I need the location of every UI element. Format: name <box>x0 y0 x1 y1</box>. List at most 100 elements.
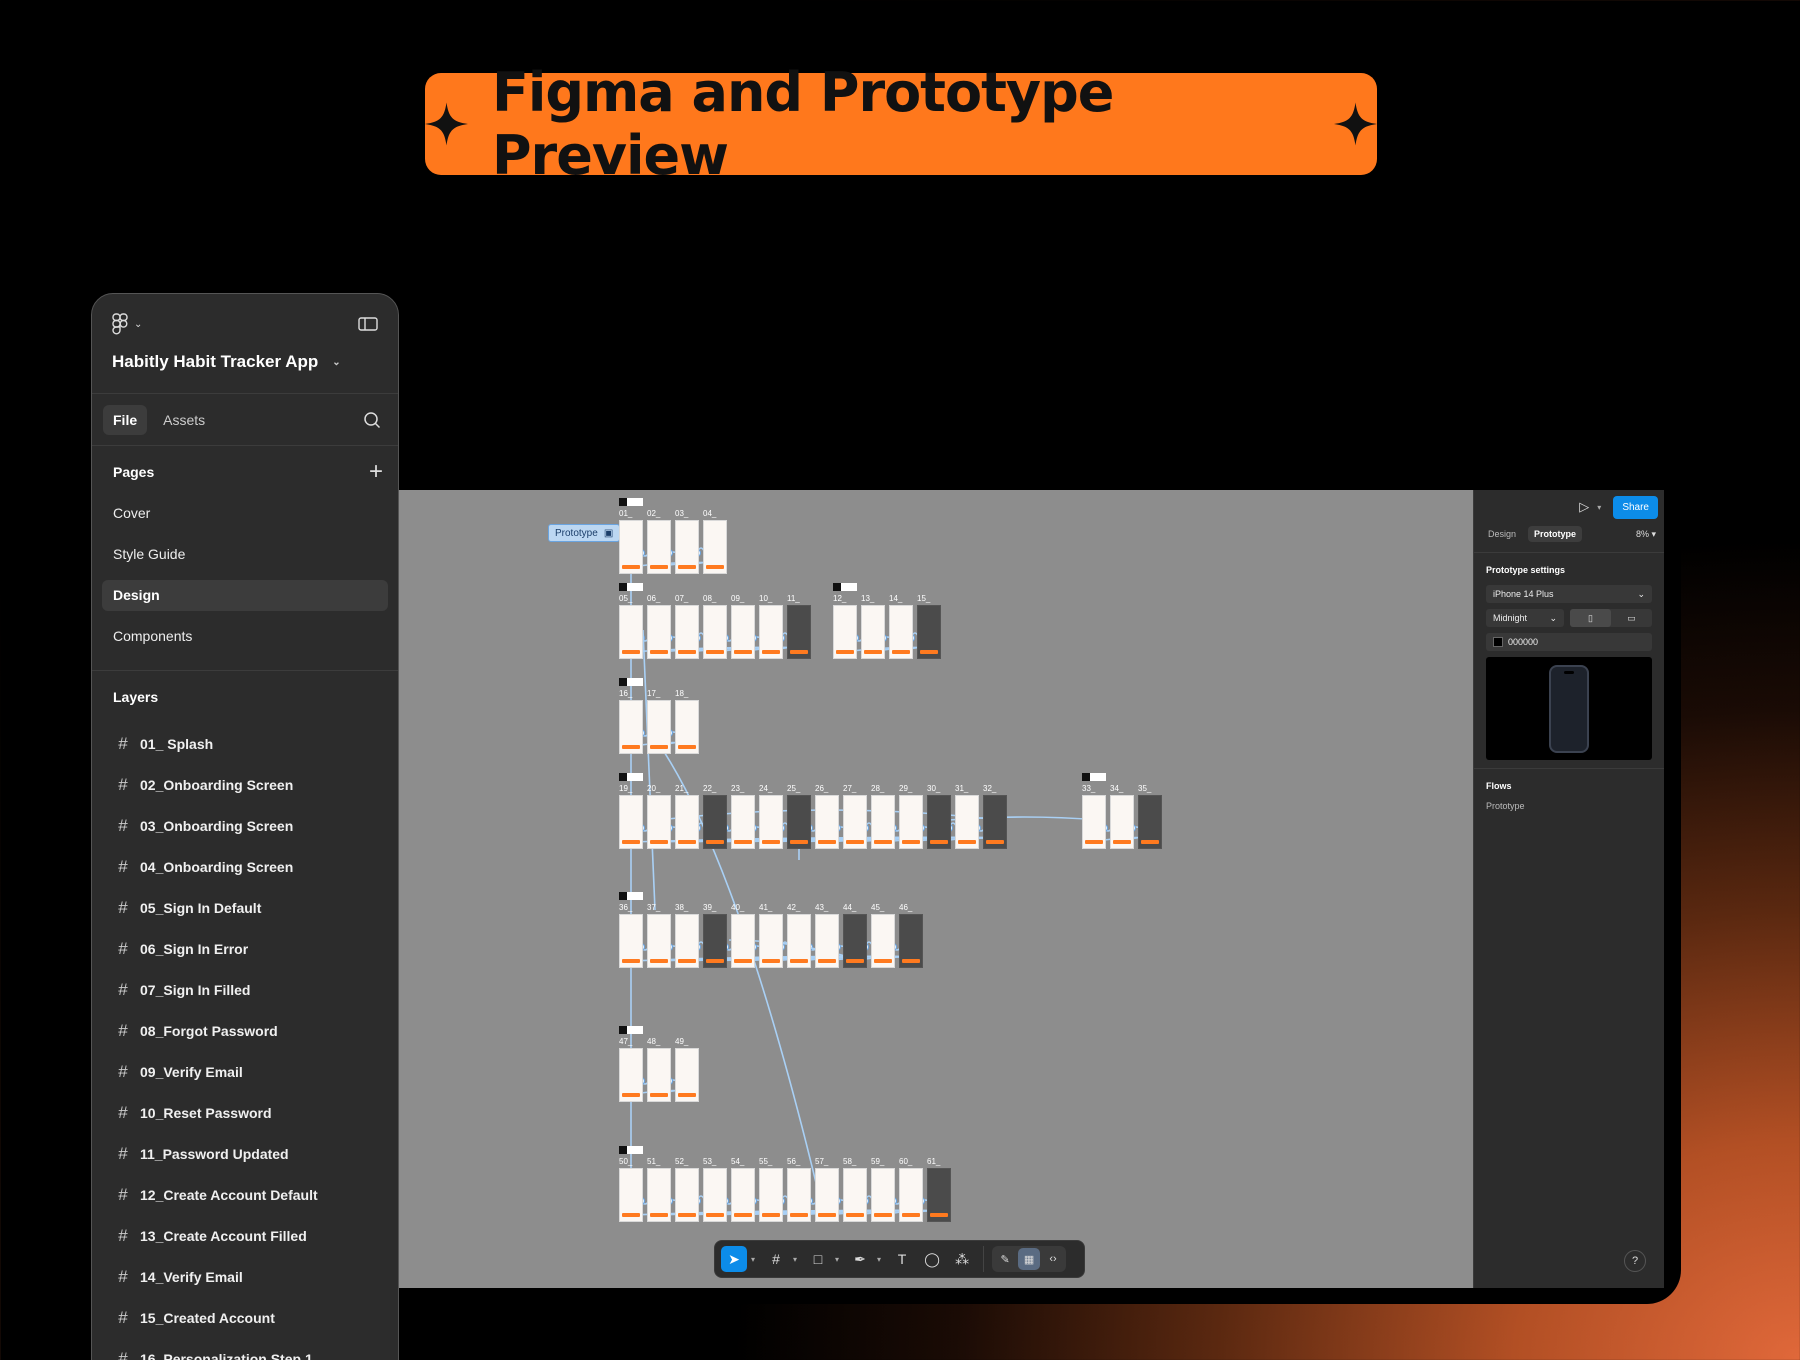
screen-frame[interactable] <box>899 795 923 849</box>
screen-frame[interactable] <box>647 605 671 659</box>
screen-frame[interactable] <box>647 700 671 754</box>
screen-frame[interactable] <box>1110 795 1134 849</box>
screen-frame[interactable] <box>833 605 857 659</box>
share-button[interactable]: Share <box>1613 495 1658 519</box>
screen-frame[interactable] <box>731 795 755 849</box>
screen-frame[interactable] <box>815 914 839 968</box>
screen-frame[interactable] <box>703 914 727 968</box>
add-page-icon[interactable]: + <box>369 458 383 486</box>
screen-frame[interactable] <box>619 520 643 574</box>
tab-file[interactable]: File <box>103 404 148 435</box>
portrait-icon[interactable]: ▯ <box>1570 609 1611 627</box>
screen-frame[interactable] <box>927 1168 951 1222</box>
device-select[interactable]: iPhone 14 Plus ⌄ <box>1486 585 1652 603</box>
screen-frame[interactable] <box>843 1168 867 1222</box>
actions-icon[interactable]: ⁂ <box>949 1246 975 1272</box>
screen-frame[interactable] <box>787 605 811 659</box>
layer-item[interactable]: #11_Password Updated <box>92 1133 398 1174</box>
page-item[interactable]: Design <box>102 580 388 611</box>
layer-item[interactable]: #12_Create Account Default <box>92 1174 398 1215</box>
prototype-flow-badge[interactable]: Prototype ▣ <box>548 524 621 542</box>
layer-item[interactable]: #13_Create Account Filled <box>92 1215 398 1256</box>
screen-frame[interactable] <box>703 795 727 849</box>
chevron-down-icon[interactable]: ▾ <box>835 1255 839 1264</box>
layer-item[interactable]: #03_Onboarding Screen <box>92 805 398 846</box>
chevron-down-icon[interactable]: ▾ <box>877 1255 881 1264</box>
screen-frame[interactable] <box>619 914 643 968</box>
screen-frame[interactable] <box>899 914 923 968</box>
design-canvas[interactable]: Prototype ▣ 01_ 02_ 03_ 04_ 05_ 06_ 07_ 08_ 09_ 1… <box>399 490 1473 1288</box>
layer-item[interactable]: #10_Reset Password <box>92 1092 398 1133</box>
screen-frame[interactable] <box>647 1048 671 1102</box>
screen-frame[interactable] <box>927 795 951 849</box>
screen-frame[interactable] <box>871 795 895 849</box>
tab-prototype[interactable]: Prototype <box>1528 526 1583 542</box>
layer-item[interactable]: #01_ Splash <box>92 723 398 764</box>
frame-tool-icon[interactable]: # <box>763 1246 789 1272</box>
screen-frame[interactable] <box>619 1048 643 1102</box>
screen-frame[interactable] <box>843 914 867 968</box>
screen-frame[interactable] <box>899 1168 923 1222</box>
layer-item[interactable]: #02_Onboarding Screen <box>92 764 398 805</box>
play-icon[interactable]: ▷ <box>1579 499 1589 515</box>
tab-design[interactable]: Design <box>1482 526 1522 542</box>
screen-frame[interactable] <box>917 605 941 659</box>
layer-item[interactable]: #16_Personalization Step 1 <box>92 1338 398 1360</box>
figma-menu[interactable]: ⌄ <box>112 313 142 335</box>
design-mode-icon[interactable]: ▦ <box>1018 1248 1041 1270</box>
screen-frame[interactable] <box>787 795 811 849</box>
screen-frame[interactable] <box>871 1168 895 1222</box>
screen-frame[interactable] <box>703 520 727 574</box>
screen-frame[interactable] <box>647 914 671 968</box>
project-title[interactable]: Habitly Habit Tracker App ⌄ <box>112 352 378 372</box>
device-color-select[interactable]: Midnight ⌄ <box>1486 609 1564 627</box>
dev-mode-icon[interactable]: ‹› <box>1042 1248 1064 1270</box>
screen-frame[interactable] <box>703 1168 727 1222</box>
rectangle-tool-icon[interactable]: □ <box>805 1246 831 1272</box>
screen-frame[interactable] <box>787 1168 811 1222</box>
comment-tool-icon[interactable]: ◯ <box>919 1246 945 1272</box>
page-item[interactable]: Cover <box>102 498 388 529</box>
screen-frame[interactable] <box>787 914 811 968</box>
draw-mode-icon[interactable]: ✎ <box>994 1248 1016 1270</box>
background-color-field[interactable]: 000000 <box>1486 633 1652 651</box>
screen-frame[interactable] <box>619 605 643 659</box>
layer-item[interactable]: #08_Forgot Password <box>92 1010 398 1051</box>
layer-item[interactable]: #06_Sign In Error <box>92 928 398 969</box>
layer-item[interactable]: #14_Verify Email <box>92 1256 398 1297</box>
screen-frame[interactable] <box>675 700 699 754</box>
screen-frame[interactable] <box>759 795 783 849</box>
screen-frame[interactable] <box>815 795 839 849</box>
help-button[interactable]: ? <box>1624 1250 1646 1272</box>
search-icon[interactable] <box>363 411 381 429</box>
screen-frame[interactable] <box>843 795 867 849</box>
screen-frame[interactable] <box>619 700 643 754</box>
move-tool-icon[interactable]: ➤ <box>721 1246 747 1272</box>
screen-frame[interactable] <box>731 605 755 659</box>
chevron-down-icon[interactable]: ▾ <box>1597 503 1601 512</box>
screen-frame[interactable] <box>731 914 755 968</box>
layer-item[interactable]: #09_Verify Email <box>92 1051 398 1092</box>
screen-frame[interactable] <box>759 605 783 659</box>
screen-frame[interactable] <box>647 520 671 574</box>
chevron-down-icon[interactable]: ▾ <box>751 1255 755 1264</box>
screen-frame[interactable] <box>675 795 699 849</box>
layer-item[interactable]: #15_Created Account <box>92 1297 398 1338</box>
layer-item[interactable]: #07_Sign In Filled <box>92 969 398 1010</box>
page-item[interactable]: Components <box>102 621 388 652</box>
screen-frame[interactable] <box>619 795 643 849</box>
flow-item[interactable]: Prototype <box>1474 795 1664 817</box>
screen-frame[interactable] <box>1082 795 1106 849</box>
pen-tool-icon[interactable]: ✒ <box>847 1246 873 1272</box>
text-tool-icon[interactable]: T <box>889 1246 915 1272</box>
page-item[interactable]: Style Guide <box>102 539 388 570</box>
screen-frame[interactable] <box>703 605 727 659</box>
screen-frame[interactable] <box>675 1048 699 1102</box>
screen-frame[interactable] <box>815 1168 839 1222</box>
screen-frame[interactable] <box>983 795 1007 849</box>
screen-frame[interactable] <box>675 914 699 968</box>
tab-assets[interactable]: Assets <box>153 405 215 435</box>
screen-frame[interactable] <box>861 605 885 659</box>
landscape-icon[interactable]: ▭ <box>1611 609 1652 627</box>
chevron-down-icon[interactable]: ▾ <box>793 1255 797 1264</box>
